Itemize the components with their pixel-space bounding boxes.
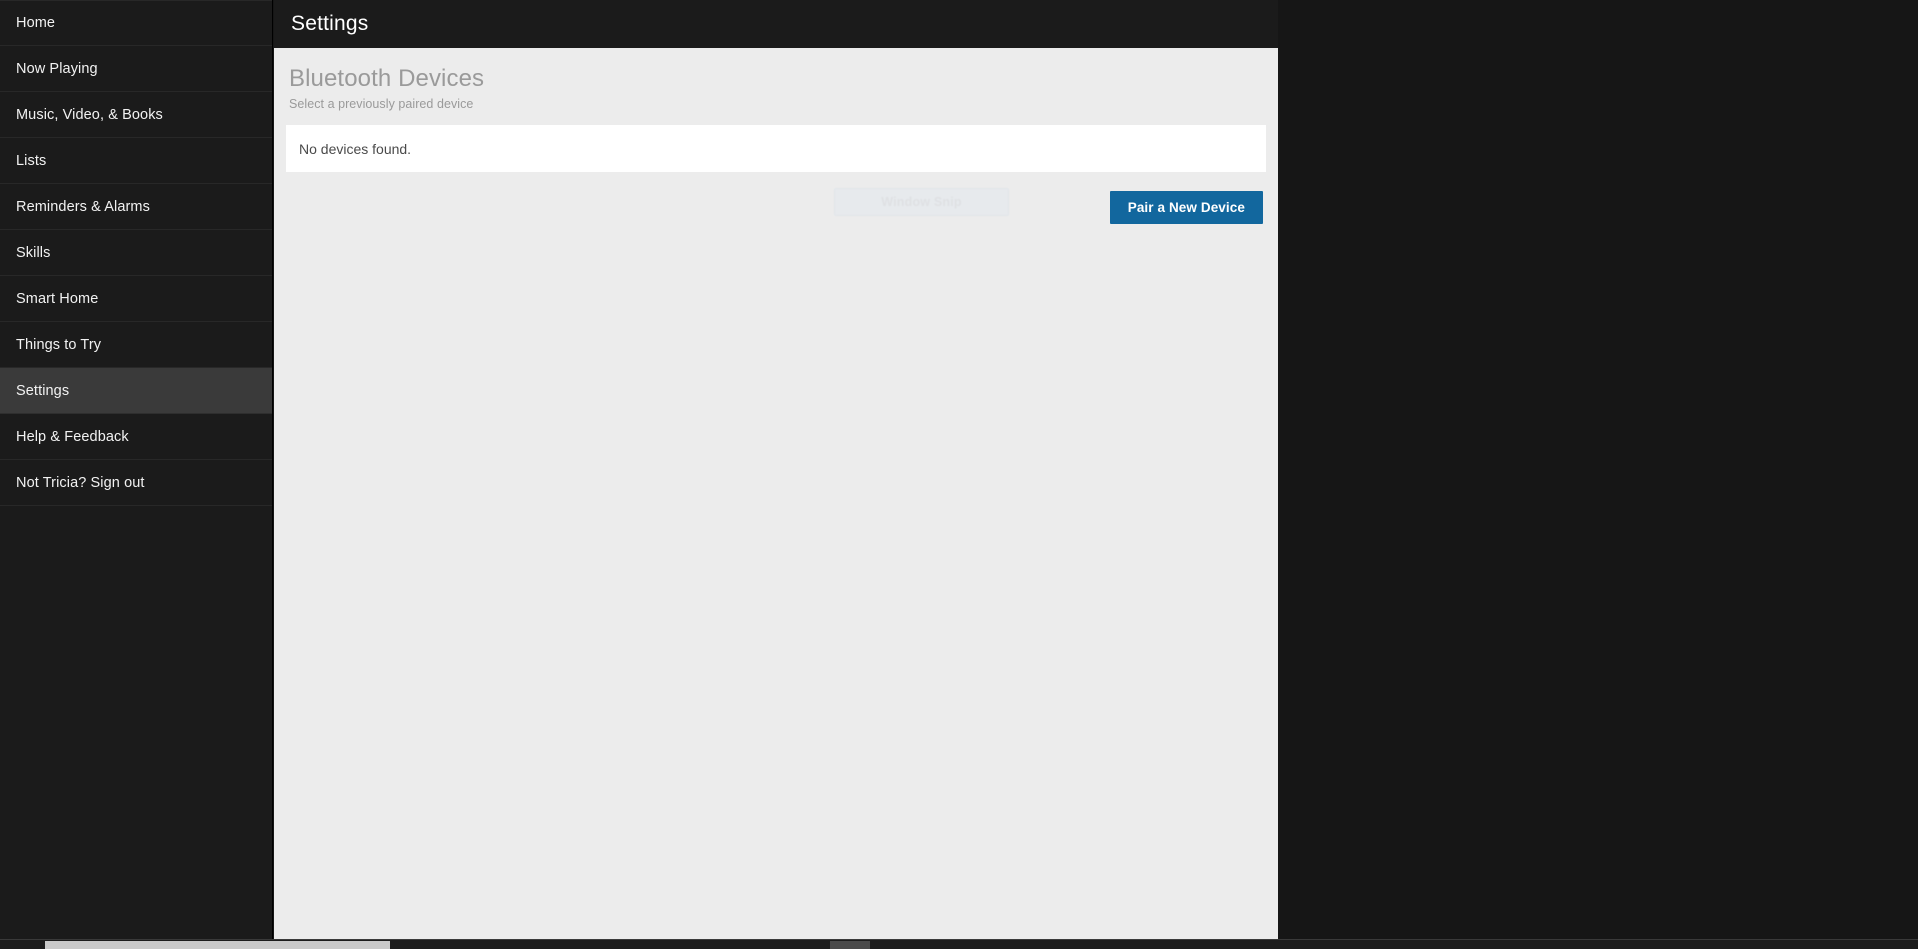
sidebar-item-help-feedback[interactable]: Help & Feedback	[0, 414, 272, 460]
sidebar-item-things-to-try[interactable]: Things to Try	[0, 322, 272, 368]
sidebar-item-music-video-books[interactable]: Music, Video, & Books	[0, 92, 272, 138]
sidebar-item-label: Not Tricia? Sign out	[16, 474, 145, 491]
sidebar-item-label: Reminders & Alarms	[16, 198, 150, 215]
sidebar-item-now-playing[interactable]: Now Playing	[0, 46, 272, 92]
sidebar-item-label: Smart Home	[16, 290, 99, 307]
sidebar-item-skills[interactable]: Skills	[0, 230, 272, 276]
sidebar-item-label: Help & Feedback	[16, 428, 129, 445]
empty-state-message: No devices found.	[299, 140, 412, 157]
sidebar-item-home[interactable]: Home	[0, 0, 272, 46]
window-snip-overlay-button[interactable]: Window Snip	[834, 188, 1009, 216]
sidebar-item-label: Skills	[16, 244, 51, 261]
pair-a-new-device-button[interactable]: Pair a New Device	[1109, 191, 1263, 224]
section-subtitle: Select a previously paired device	[289, 97, 474, 111]
sidebar-item-lists[interactable]: Lists	[0, 138, 272, 184]
sidebar-item-label: Settings	[16, 382, 70, 399]
sidebar-item-label: Home	[16, 15, 56, 31]
section-title: Bluetooth Devices	[289, 65, 485, 92]
sidebar-item-label: Now Playing	[16, 60, 98, 77]
sidebar-item-label: Things to Try	[16, 336, 102, 353]
device-list-card: No devices found.	[286, 125, 1266, 172]
section-header: Bluetooth Devices Select a previously pa…	[286, 48, 1266, 111]
top-bar: Settings	[274, 0, 1278, 48]
main-panel: Settings Bluetooth Devices Select a prev…	[274, 0, 1278, 949]
horizontal-scrollbar[interactable]	[0, 939, 1918, 949]
app-window: Home Now Playing Music, Video, & Books L…	[0, 0, 1918, 949]
actions-row: Window Snip Pair a New Device	[286, 188, 1266, 224]
sidebar-item-reminders-alarms[interactable]: Reminders & Alarms	[0, 184, 272, 230]
window-snip-label: Window Snip	[881, 195, 962, 209]
sidebar: Home Now Playing Music, Video, & Books L…	[0, 0, 273, 949]
horizontal-scrollbar-thumb[interactable]	[45, 941, 390, 949]
sidebar-item-smart-home[interactable]: Smart Home	[0, 276, 272, 322]
sidebar-item-sign-out[interactable]: Not Tricia? Sign out	[0, 460, 272, 506]
settings-content: Bluetooth Devices Select a previously pa…	[274, 48, 1278, 949]
horizontal-scrollbar-marker	[830, 941, 870, 949]
sidebar-item-label: Lists	[16, 152, 47, 169]
sidebar-item-label: Music, Video, & Books	[16, 106, 163, 123]
page-title: Settings	[291, 12, 369, 35]
sidebar-item-settings[interactable]: Settings	[0, 368, 272, 414]
